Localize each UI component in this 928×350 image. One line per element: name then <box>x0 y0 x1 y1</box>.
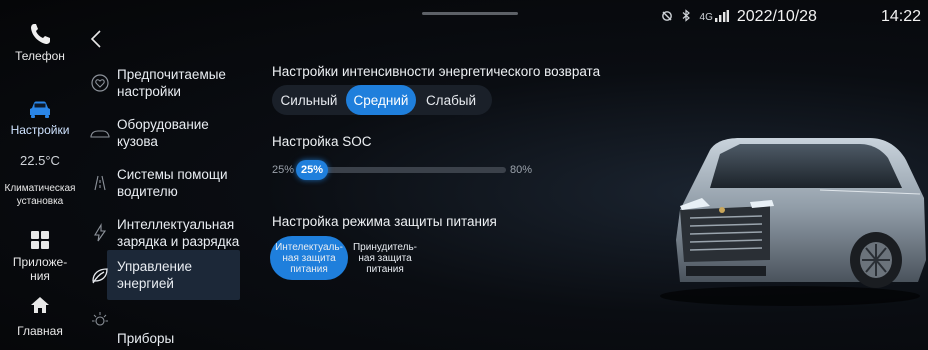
climate-label-line2: установка <box>16 196 64 207</box>
car-body-icon <box>90 130 110 138</box>
phone-icon <box>31 24 50 44</box>
smart-protection-line2: ная защита <box>282 252 336 264</box>
smart-protection-line3: питания <box>290 263 328 275</box>
forced-protection-line1: Принудитель- <box>352 241 418 253</box>
menu-item-label-line2: водителю <box>117 184 178 199</box>
side-dock: Телефон Настройки 22.5°C Климатическая у… <box>0 0 80 350</box>
apps-grid-icon <box>31 231 49 249</box>
home-icon <box>31 297 49 313</box>
menu-item-preferred-settings[interactable]: Предпочитаемые настройки <box>85 58 255 108</box>
forced-protection-line3: питания <box>366 263 404 275</box>
regen-strong-button[interactable]: Сильный <box>272 85 346 115</box>
dock-apps-label-line1: Приложе- <box>12 255 68 269</box>
dock-settings-label: Настройки <box>10 123 70 137</box>
regen-segmented-control: Сильный Средний Слабый <box>272 85 492 115</box>
bluetooth-icon <box>682 9 691 25</box>
leaf-icon <box>92 268 108 284</box>
car-settings-icon <box>30 101 50 118</box>
chevron-left-icon <box>90 30 101 48</box>
back-button[interactable] <box>86 27 108 51</box>
menu-item-driver-assist[interactable]: Системы помощи водителю <box>85 158 255 208</box>
dock-apps[interactable]: Приложе- ния <box>0 230 80 283</box>
network-type: 4G <box>699 11 713 23</box>
menu-item-energy-management[interactable]: Управление энергией <box>85 250 255 300</box>
menu-item-label-line2: энергией <box>117 276 174 291</box>
menu-item-label-line2: кузова <box>117 134 158 149</box>
lane-assist-icon <box>94 175 106 191</box>
menu-item-label-line1: Управление <box>117 259 193 274</box>
forced-protection-line2: ная защита <box>358 252 412 264</box>
menu-item-label-line1: Оборудование <box>117 117 209 132</box>
notification-handle[interactable] <box>422 12 518 15</box>
soc-slider-thumb[interactable]: 25% <box>296 160 328 180</box>
menu-item-lighting[interactable]: Приборы освещения <box>85 303 255 350</box>
dock-home-label: Главная <box>17 324 63 338</box>
dock-phone[interactable]: Телефон <box>0 22 80 63</box>
dock-climate[interactable]: 22.5°C Климатическая установка <box>0 153 80 208</box>
charging-icon <box>94 223 107 242</box>
protection-title: Настройка режима защиты питания <box>272 214 497 229</box>
menu-item-label-line1: Системы помощи <box>117 167 228 182</box>
status-date: 2022/10/28 <box>736 8 817 25</box>
menu-item-label-line1: Интеллектуальная <box>117 217 235 232</box>
regen-medium-button[interactable]: Средний <box>346 85 416 115</box>
menu-item-label-line1: Предпочитаемые <box>117 67 226 82</box>
heart-icon <box>91 74 109 92</box>
dock-home[interactable]: Главная <box>0 296 80 338</box>
signal-icon <box>714 9 729 26</box>
climate-label-line1: Климатическая <box>4 183 76 194</box>
menu-item-label-line1: Приборы освещения <box>117 331 187 350</box>
regen-weak-button[interactable]: Слабый <box>416 85 486 115</box>
status-time: 14:22 <box>880 8 921 25</box>
soc-max-label: 80% <box>510 164 533 176</box>
soc-title: Настройка SOC <box>272 134 372 149</box>
menu-item-body-equipment[interactable]: Оборудование кузова <box>85 108 255 158</box>
dock-apps-label-line2: ния <box>30 269 50 283</box>
menu-item-label-line2: зарядка и разрядка <box>117 234 240 249</box>
location-off-icon <box>661 10 673 25</box>
screen: 4G 2022/10/28 14:22 Телефон Настройки 22… <box>0 0 928 350</box>
dock-phone-label: Телефон <box>15 49 65 63</box>
smart-protection-line1: Интелектуаль- <box>275 241 343 253</box>
soc-min-label: 25% <box>272 164 295 176</box>
light-icon <box>92 312 108 326</box>
climate-temperature: 22.5°C <box>20 153 60 168</box>
dock-settings[interactable]: Настройки <box>0 100 80 137</box>
smart-protection-button[interactable]: Интелектуаль- ная защита питания <box>270 236 348 280</box>
soc-slider-track[interactable] <box>298 167 506 173</box>
regen-title: Настройки интенсивности энергетического … <box>272 64 601 79</box>
forced-protection-button[interactable]: Принудитель- ная защита питания <box>346 236 424 280</box>
car-image <box>660 138 926 306</box>
menu-item-label-line2: настройки <box>117 84 181 99</box>
status-bar: 4G 2022/10/28 14:22 <box>661 6 928 28</box>
